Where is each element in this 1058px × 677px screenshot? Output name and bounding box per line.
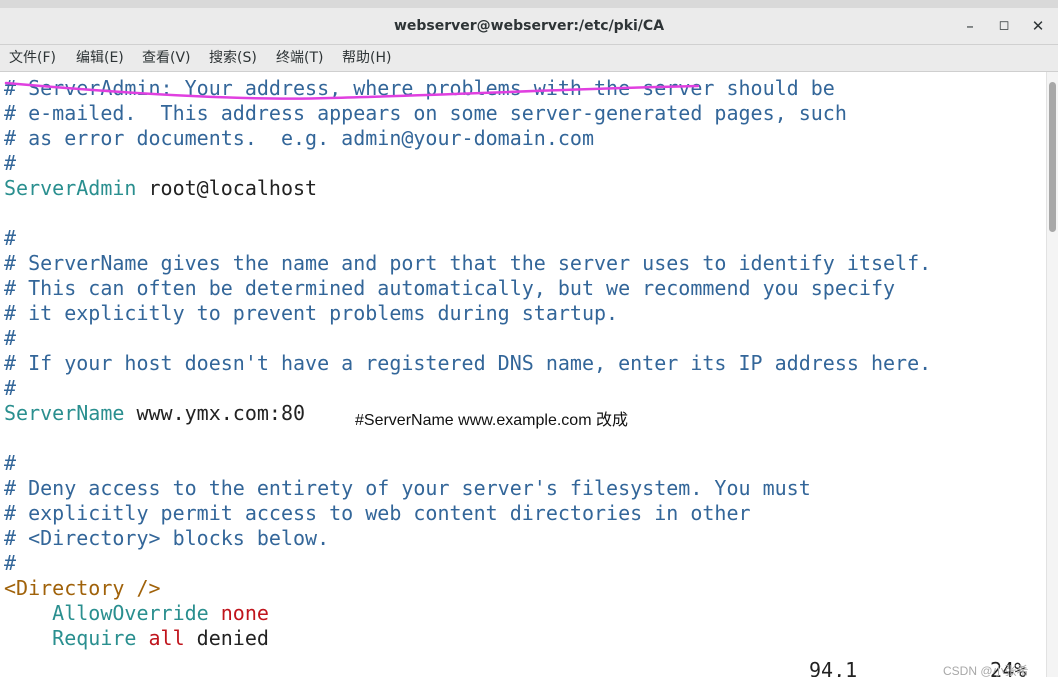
- directive-value: root@localhost: [136, 176, 318, 200]
- close-button[interactable]: ✕: [1021, 8, 1055, 44]
- highlight-stroke: [4, 81, 700, 100]
- config-line: #: [4, 376, 17, 400]
- config-line: #: [4, 326, 17, 350]
- menu-bar: 文件(F) 编辑(E) 查看(V) 搜索(S) 终端(T) 帮助(H): [0, 45, 1058, 72]
- window-title: webserver@webserver:/etc/pki/CA: [393, 18, 665, 34]
- config-line: # Deny access to the entirety of your se…: [4, 476, 811, 500]
- terminal-window: webserver@webserver:/etc/pki/CA – ◻ ✕ 文件…: [0, 8, 1058, 677]
- menu-terminal[interactable]: 终端(T): [276, 45, 323, 71]
- config-line: # <Directory> blocks below.: [4, 526, 330, 550]
- directory-tag-line: <Directory />: [4, 576, 161, 600]
- config-line: #: [4, 151, 17, 175]
- require-line: Require all denied: [4, 626, 269, 651]
- cursor-position: 94,1: [809, 658, 858, 677]
- menu-view[interactable]: 查看(V): [142, 45, 191, 71]
- config-line: #: [4, 451, 17, 475]
- directive-value: www.ymx.com:80: [124, 401, 306, 425]
- directive-keyword: ServerName: [4, 401, 125, 425]
- title-bar[interactable]: webserver@webserver:/etc/pki/CA – ◻ ✕: [0, 8, 1058, 45]
- config-line: #: [4, 226, 17, 250]
- menu-file[interactable]: 文件(F): [9, 45, 56, 71]
- directive-keyword: Require: [4, 626, 137, 650]
- directive-value: all: [136, 626, 185, 650]
- watermark: CSDN @小张希: [943, 664, 1029, 677]
- config-line: # it explicitly to prevent problems duri…: [4, 301, 619, 325]
- config-line: # explicitly permit access to web conten…: [4, 501, 751, 525]
- menu-search[interactable]: 搜索(S): [209, 45, 257, 71]
- minimize-button[interactable]: –: [953, 8, 987, 44]
- maximize-button[interactable]: ◻: [987, 8, 1021, 44]
- server-admin-line: ServerAdmin root@localhost: [4, 176, 317, 201]
- annotation-underline: [4, 81, 700, 100]
- scrollbar-thumb[interactable]: [1049, 82, 1056, 232]
- menu-help[interactable]: 帮助(H): [342, 45, 391, 71]
- directive-value: none: [208, 601, 269, 625]
- directive-keyword: ServerAdmin: [4, 176, 137, 200]
- config-line: # If your host doesn't have a registered…: [4, 351, 932, 375]
- scrollbar[interactable]: [1046, 72, 1058, 677]
- allow-override-line: AllowOverride none: [4, 601, 269, 626]
- config-line: # ServerName gives the name and port tha…: [4, 251, 932, 275]
- directive-value: denied: [184, 626, 269, 650]
- config-line: # This can often be determined automatic…: [4, 276, 896, 300]
- menu-edit[interactable]: 编辑(E): [76, 45, 124, 71]
- directive-keyword: AllowOverride: [4, 601, 209, 625]
- server-name-line: ServerName www.ymx.com:80: [4, 401, 305, 426]
- terminal-content[interactable]: # ServerAdmin: Your address, where probl…: [0, 72, 1046, 677]
- annotation-text: #ServerName www.example.com 改成: [355, 412, 628, 429]
- config-line: #: [4, 551, 17, 575]
